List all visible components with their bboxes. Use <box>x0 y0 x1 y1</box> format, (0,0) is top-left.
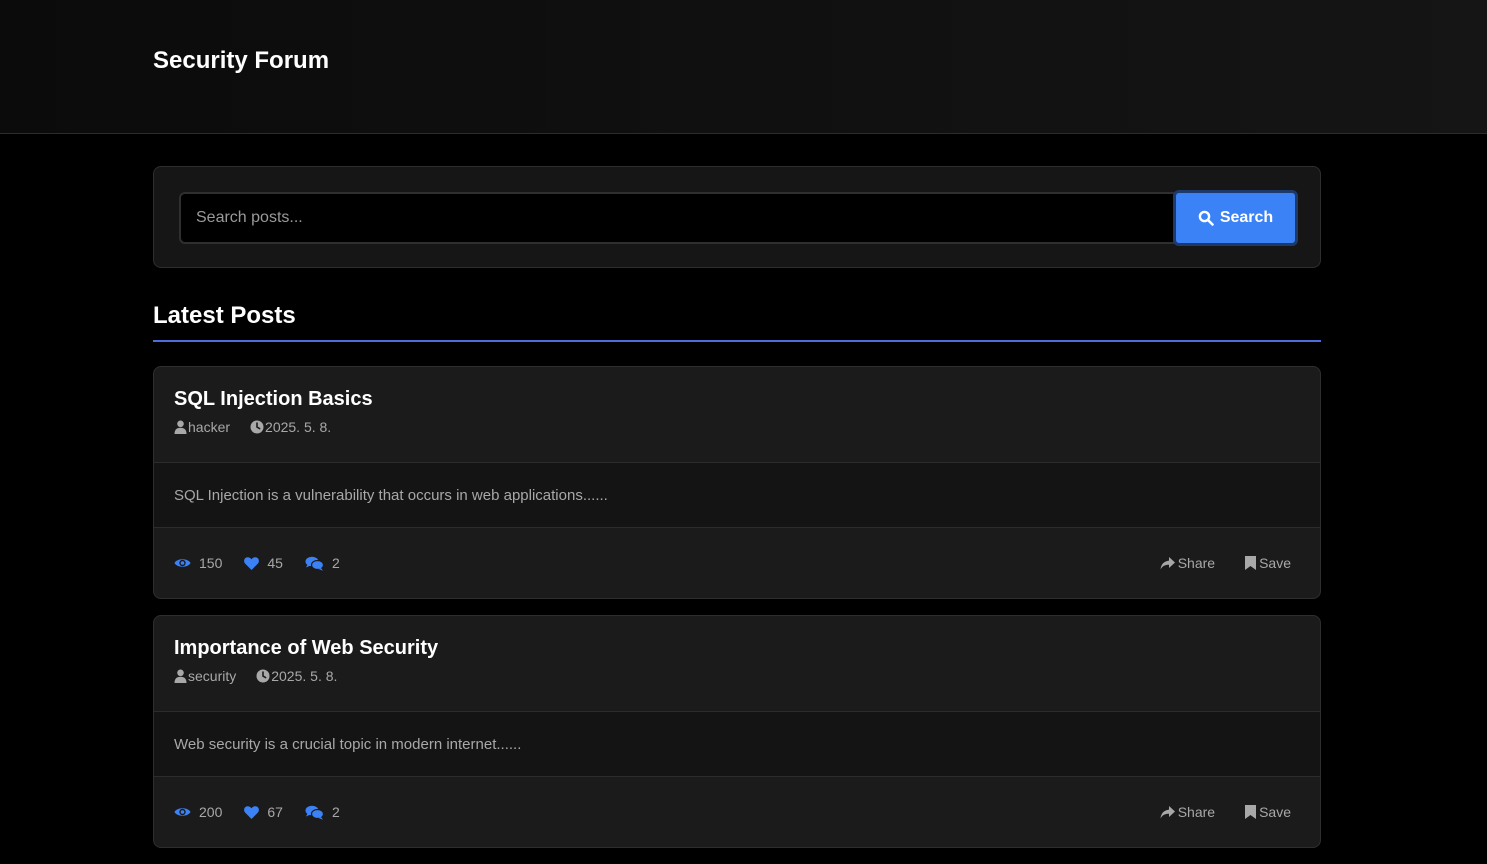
post-footer: 150 45 2 Share Save <box>154 528 1320 598</box>
post-stats: 200 67 2 <box>174 804 340 820</box>
post-list: SQL Injection Basics hacker 2025. 5. 8. … <box>153 366 1321 848</box>
author-name: hacker <box>188 419 231 435</box>
search-panel: Search <box>153 166 1321 268</box>
post-excerpt: Web security is a crucial topic in moder… <box>154 712 1320 777</box>
save-label: Save <box>1259 804 1291 820</box>
site-header: Security Forum <box>0 0 1487 134</box>
share-label: Share <box>1177 804 1216 820</box>
post-author: security <box>174 668 236 684</box>
date-text: 2025. 5. 8. <box>271 668 338 684</box>
post-stats: 150 45 2 <box>174 555 340 571</box>
search-input[interactable] <box>179 192 1175 244</box>
comments-stat[interactable]: 2 <box>305 555 340 571</box>
post-footer: 200 67 2 Share Save <box>154 777 1320 847</box>
post-header: Importance of Web Security security 2025… <box>154 616 1320 712</box>
post-title[interactable]: SQL Injection Basics <box>174 387 1300 411</box>
post-date: 2025. 5. 8. <box>250 419 331 435</box>
post-actions: Share Save <box>1160 804 1291 820</box>
likes-count: 67 <box>267 804 283 820</box>
search-icon <box>1198 210 1214 226</box>
clock-icon <box>256 669 270 683</box>
post-excerpt: SQL Injection is a vulnerability that oc… <box>154 463 1320 528</box>
comments-count: 2 <box>331 555 340 571</box>
likes-stat[interactable]: 67 <box>244 804 283 820</box>
post-title[interactable]: Importance of Web Security <box>174 636 1300 660</box>
post-date: 2025. 5. 8. <box>256 668 337 684</box>
section-title: Latest Posts <box>153 301 1321 342</box>
save-button[interactable]: Save <box>1245 555 1291 571</box>
post-header: SQL Injection Basics hacker 2025. 5. 8. <box>154 367 1320 463</box>
save-button[interactable]: Save <box>1245 804 1291 820</box>
views-stat: 150 <box>174 555 222 571</box>
heart-icon <box>244 556 260 570</box>
user-icon <box>174 669 187 683</box>
bookmark-icon <box>1245 805 1257 819</box>
eye-icon <box>174 808 191 816</box>
share-button[interactable]: Share <box>1160 555 1215 571</box>
site-title[interactable]: Security Forum <box>153 47 329 75</box>
bookmark-icon <box>1245 556 1257 570</box>
eye-icon <box>174 559 191 567</box>
share-icon <box>1160 556 1175 569</box>
comments-icon <box>305 556 324 571</box>
post-actions: Share Save <box>1160 555 1291 571</box>
likes-stat[interactable]: 45 <box>244 555 283 571</box>
views-stat: 200 <box>174 804 222 820</box>
comments-stat[interactable]: 2 <box>305 804 340 820</box>
clock-icon <box>250 420 264 434</box>
post-author: hacker <box>174 419 230 435</box>
views-count: 200 <box>199 804 223 820</box>
comments-count: 2 <box>331 804 340 820</box>
search-button-label: Search <box>1219 209 1274 226</box>
post-meta: security 2025. 5. 8. <box>174 668 1300 684</box>
comments-icon <box>305 805 324 820</box>
date-text: 2025. 5. 8. <box>265 419 332 435</box>
post-card: Importance of Web Security security 2025… <box>153 615 1321 848</box>
likes-count: 45 <box>267 555 283 571</box>
main-container: Search Latest Posts SQL Injection Basics… <box>153 166 1321 864</box>
heart-icon <box>244 805 260 819</box>
share-button[interactable]: Share <box>1160 804 1215 820</box>
share-icon <box>1160 805 1175 818</box>
post-card: SQL Injection Basics hacker 2025. 5. 8. … <box>153 366 1321 599</box>
views-count: 150 <box>199 555 223 571</box>
share-label: Share <box>1177 555 1216 571</box>
user-icon <box>174 420 187 434</box>
save-label: Save <box>1259 555 1291 571</box>
post-meta: hacker 2025. 5. 8. <box>174 419 1300 435</box>
search-button[interactable]: Search <box>1173 190 1298 246</box>
author-name: security <box>188 668 237 684</box>
